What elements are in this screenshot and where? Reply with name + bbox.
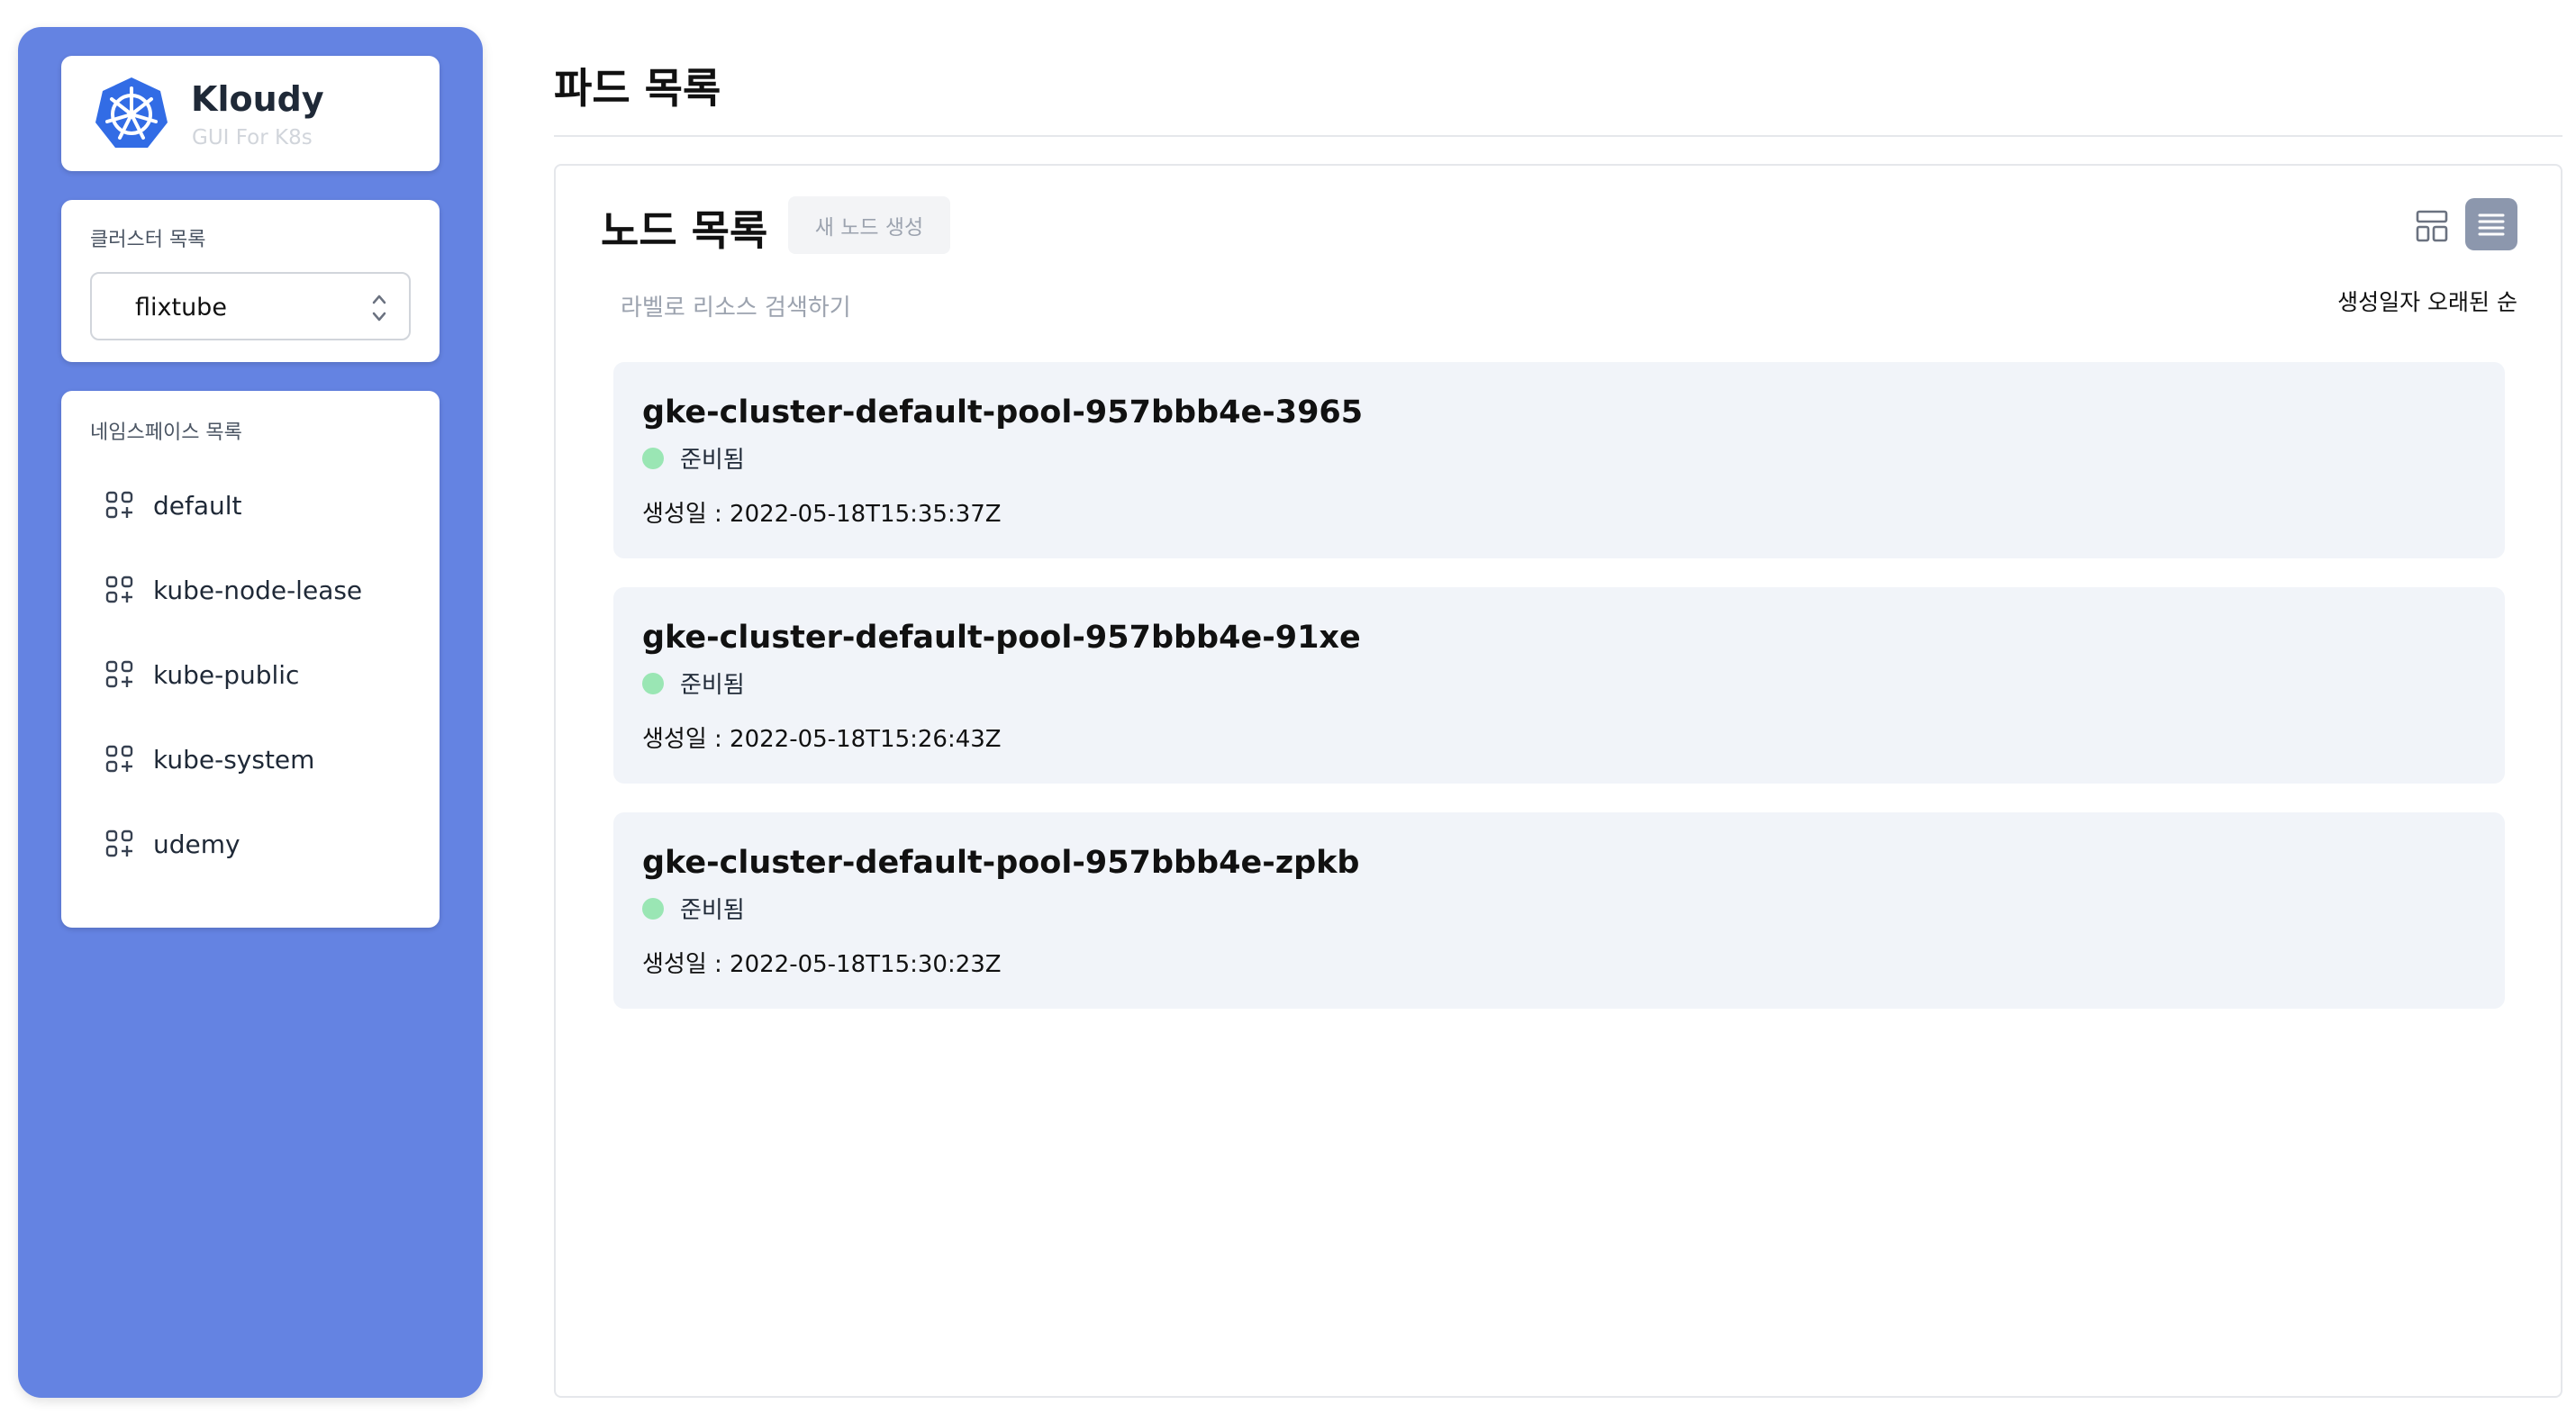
namespace-label-text: default bbox=[153, 490, 242, 521]
namespace-label-text: udemy bbox=[153, 829, 240, 859]
node-created-date: 생성일 : 2022-05-18T15:30:23Z bbox=[642, 951, 1002, 978]
namespace-item-default[interactable]: default bbox=[104, 483, 402, 528]
node-card[interactable]: gke-cluster-default-pool-957bbb4e-91xe 준… bbox=[613, 587, 2505, 784]
namespace-label: 네임스페이스 목록 bbox=[90, 421, 242, 444]
status-text: 준비됨 bbox=[680, 672, 745, 699]
app-title: Kloudy bbox=[191, 79, 324, 119]
node-name: gke-cluster-default-pool-957bbb4e-zpkb bbox=[642, 845, 1360, 881]
status-dot-icon bbox=[642, 447, 664, 469]
namespace-item-kube-node-lease[interactable]: kube-node-lease bbox=[104, 567, 402, 612]
layout-grid-icon[interactable] bbox=[2409, 204, 2454, 249]
grid-plus-icon bbox=[105, 660, 133, 688]
new-node-button[interactable]: 새 노드 생성 bbox=[788, 196, 950, 254]
node-name: gke-cluster-default-pool-957bbb4e-3965 bbox=[642, 394, 1364, 431]
namespace-card: 네임스페이스 목록 default kube-node-lease kube-p… bbox=[61, 391, 440, 928]
namespace-item-kube-public[interactable]: kube-public bbox=[104, 652, 402, 697]
cluster-select[interactable]: flixtube bbox=[90, 272, 411, 340]
status-dot-icon bbox=[642, 672, 664, 694]
label-search-input[interactable] bbox=[621, 288, 1161, 328]
node-list-panel: 노드 목록 새 노드 생성 생성일자 오래된 순 gke-cluster-def… bbox=[554, 164, 2562, 1398]
sort-dropdown[interactable]: 생성일자 오래된 순 bbox=[2337, 285, 2517, 317]
node-status: 준비됨 bbox=[642, 892, 745, 925]
namespace-label-text: kube-public bbox=[153, 659, 300, 690]
status-text: 준비됨 bbox=[680, 897, 745, 924]
list-icon bbox=[2478, 213, 2505, 236]
namespace-label-text: kube-node-lease bbox=[153, 575, 363, 605]
page-title: 파드 목록 bbox=[554, 64, 721, 113]
grid-plus-icon bbox=[105, 745, 133, 773]
logo-card: Kloudy GUI For K8s bbox=[61, 56, 440, 171]
node-status: 준비됨 bbox=[642, 441, 745, 475]
grid-plus-icon bbox=[105, 491, 133, 519]
list-view-button[interactable] bbox=[2465, 198, 2517, 250]
cluster-label: 클러스터 목록 bbox=[90, 229, 206, 251]
sidebar: Kloudy GUI For K8s 클러스터 목록 flixtube 네임스페… bbox=[18, 27, 483, 1398]
status-text: 준비됨 bbox=[680, 447, 745, 474]
namespace-label-text: kube-system bbox=[153, 744, 315, 775]
node-name: gke-cluster-default-pool-957bbb4e-91xe bbox=[642, 620, 1361, 656]
title-divider bbox=[554, 135, 2562, 137]
cluster-card: 클러스터 목록 flixtube bbox=[61, 200, 440, 362]
node-created-date: 생성일 : 2022-05-18T15:35:37Z bbox=[642, 501, 1002, 528]
node-status: 준비됨 bbox=[642, 666, 745, 700]
namespace-item-kube-system[interactable]: kube-system bbox=[104, 737, 402, 782]
namespace-item-udemy[interactable]: udemy bbox=[104, 821, 402, 866]
status-dot-icon bbox=[642, 897, 664, 920]
grid-plus-icon bbox=[105, 576, 133, 603]
node-card[interactable]: gke-cluster-default-pool-957bbb4e-3965 준… bbox=[613, 362, 2505, 558]
node-created-date: 생성일 : 2022-05-18T15:26:43Z bbox=[642, 726, 1002, 753]
node-card[interactable]: gke-cluster-default-pool-957bbb4e-zpkb 준… bbox=[613, 812, 2505, 1009]
app-subtitle: GUI For K8s bbox=[192, 126, 313, 150]
kubernetes-logo-icon bbox=[95, 77, 168, 148]
section-title: 노드 목록 bbox=[601, 206, 768, 255]
chevron-up-down-icon bbox=[372, 295, 386, 322]
cluster-select-value: flixtube bbox=[135, 294, 227, 322]
grid-plus-icon bbox=[105, 829, 133, 857]
